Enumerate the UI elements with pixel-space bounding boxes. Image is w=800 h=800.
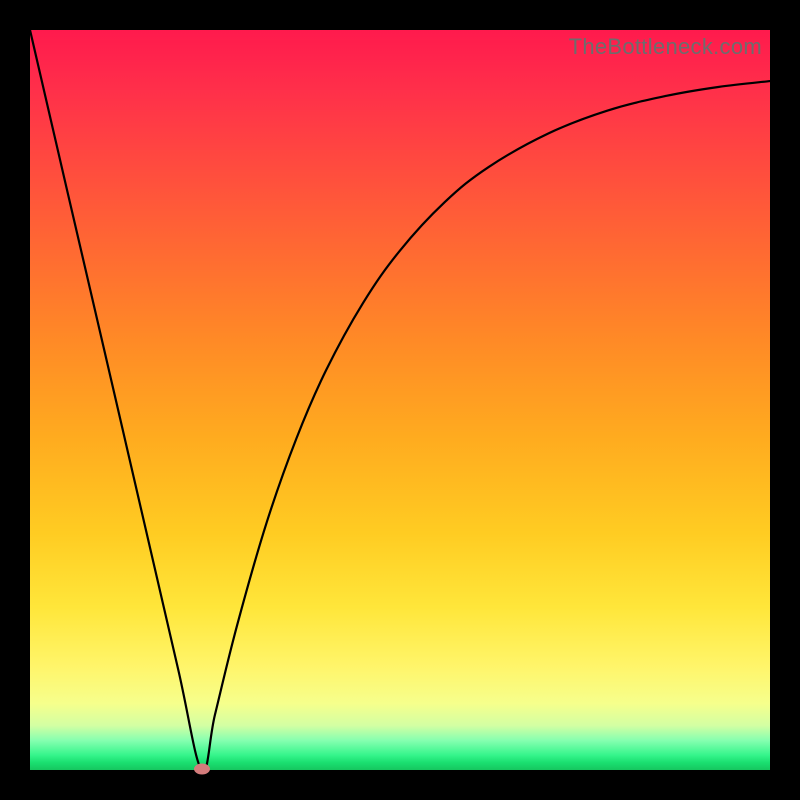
minimum-marker <box>194 764 210 775</box>
chart-frame: TheBottleneck.com <box>0 0 800 800</box>
bottleneck-curve <box>30 30 770 770</box>
plot-area: TheBottleneck.com <box>30 30 770 770</box>
